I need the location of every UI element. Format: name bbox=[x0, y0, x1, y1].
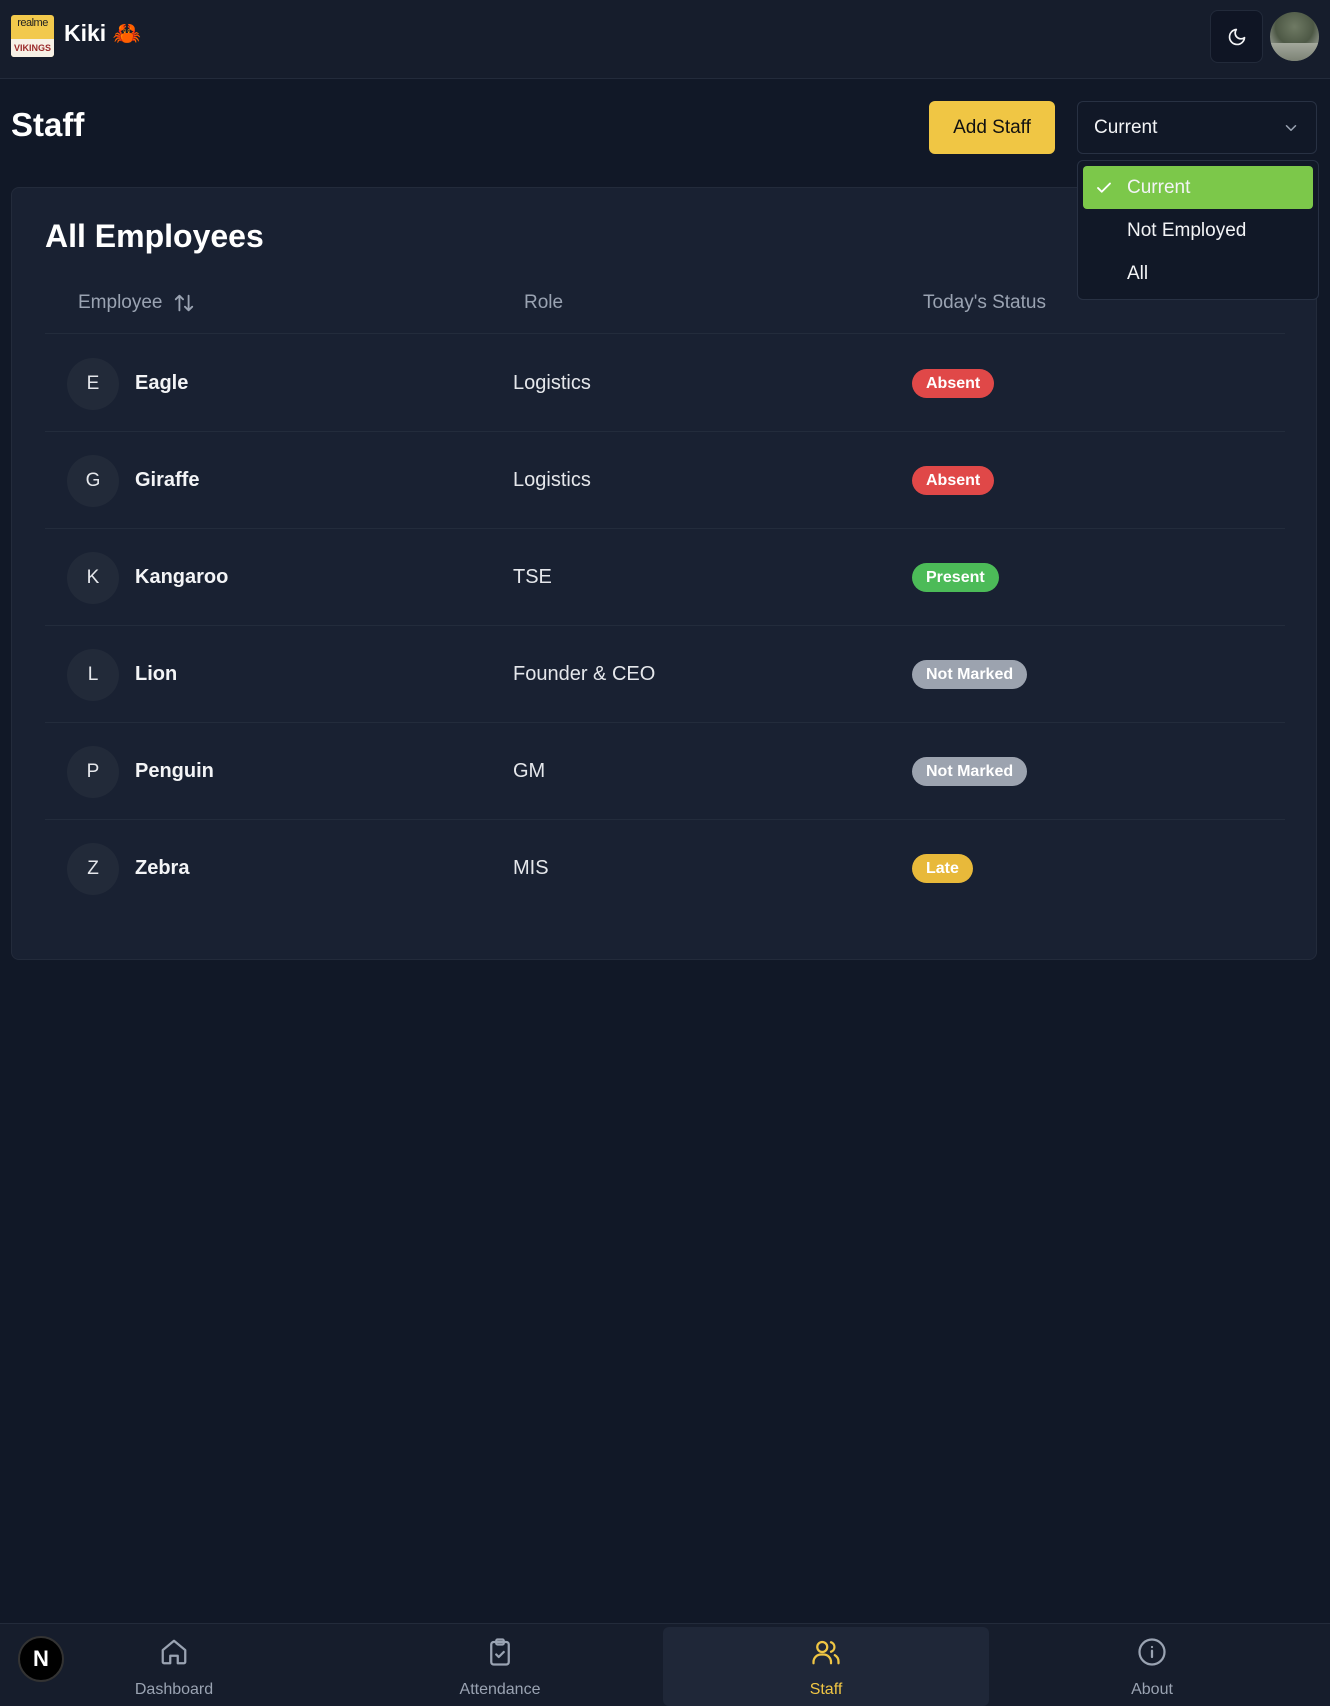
employee-initial-avatar: K bbox=[67, 552, 119, 604]
table-row[interactable]: L Lion Founder & CEO Not Marked bbox=[45, 626, 1285, 723]
check-icon bbox=[1097, 182, 1111, 193]
nav-label: Staff bbox=[809, 1681, 843, 1698]
employee-role: TSE bbox=[513, 566, 552, 588]
filter-dropdown-menu: Current Not Employed All bbox=[1077, 160, 1319, 300]
table-row[interactable]: Z Zebra MIS Late bbox=[45, 820, 1285, 917]
employee-header-label: Employee bbox=[78, 292, 163, 313]
filter-option-not-employed[interactable]: Not Employed bbox=[1083, 209, 1313, 252]
clipboard-check-icon bbox=[490, 1638, 510, 1666]
employee-role: MIS bbox=[513, 857, 549, 879]
filter-option-all[interactable]: All bbox=[1083, 252, 1313, 295]
filter-option-current[interactable]: Current bbox=[1083, 166, 1313, 209]
users-icon bbox=[812, 1640, 840, 1665]
employee-name: Lion bbox=[135, 663, 178, 685]
status-badge: Late bbox=[912, 854, 973, 883]
theme-toggle-button[interactable] bbox=[1210, 10, 1263, 63]
table-row[interactable]: P Penguin GM Not Marked bbox=[45, 723, 1285, 820]
employee-initial-avatar: P bbox=[67, 746, 119, 798]
employees-card: All Employees Employee Role Today's Stat… bbox=[11, 187, 1317, 960]
nav-item-attendance[interactable]: Attendance bbox=[337, 1627, 663, 1706]
status-badge: Absent bbox=[912, 466, 995, 495]
table-row[interactable]: E Eagle Logistics Absent bbox=[45, 335, 1285, 432]
chevron-down-icon bbox=[1285, 125, 1297, 131]
card-title: All Employees bbox=[45, 218, 264, 254]
table-row[interactable]: K Kangaroo TSE Present bbox=[45, 529, 1285, 626]
app-title[interactable]: Kiki 🦀 bbox=[64, 20, 141, 47]
employee-name: Penguin bbox=[135, 760, 214, 782]
employee-role: Logistics bbox=[513, 372, 591, 394]
nav-item-about[interactable]: About bbox=[989, 1627, 1315, 1706]
user-avatar[interactable] bbox=[1270, 12, 1319, 61]
status-badge: Absent bbox=[912, 369, 995, 398]
status-badge: Not Marked bbox=[912, 660, 1028, 689]
page-title: Staff bbox=[11, 106, 85, 143]
employee-role: Logistics bbox=[513, 469, 591, 491]
nav-label: Dashboard bbox=[134, 1681, 214, 1698]
employee-initial-avatar: G bbox=[67, 455, 119, 507]
employment-filter-select[interactable]: Current bbox=[1077, 101, 1317, 154]
employee-name: Giraffe bbox=[135, 469, 200, 491]
employee-initial-avatar: E bbox=[67, 358, 119, 410]
employee-initial-avatar: L bbox=[67, 649, 119, 701]
employee-name: Zebra bbox=[135, 857, 190, 879]
status-badge: Not Marked bbox=[912, 757, 1028, 786]
add-staff-button[interactable]: Add Staff bbox=[929, 101, 1055, 154]
home-icon bbox=[161, 1639, 187, 1665]
filter-option-label: Current bbox=[1127, 177, 1191, 198]
employee-name: Eagle bbox=[135, 372, 189, 394]
status-column-header: Today's Status bbox=[923, 292, 1046, 313]
bottom-nav-bar: N Dashboard Attendance Staff About bbox=[0, 1623, 1330, 1706]
role-column-header: Role bbox=[524, 292, 564, 313]
sort-arrows-icon bbox=[174, 294, 193, 312]
employee-initial-avatar: Z bbox=[67, 843, 119, 895]
filter-selected-value: Current bbox=[1094, 117, 1158, 138]
status-badge: Present bbox=[912, 563, 999, 592]
nav-label: Attendance bbox=[459, 1681, 541, 1698]
top-bar: realme VIKINGS Kiki 🦀 bbox=[0, 0, 1330, 79]
app-logo[interactable]: realme VIKINGS bbox=[11, 15, 54, 57]
nav-item-dashboard[interactable]: Dashboard bbox=[11, 1627, 337, 1706]
info-icon bbox=[1138, 1638, 1166, 1666]
logo-top-text: realme bbox=[17, 17, 48, 29]
logo-bottom-text: VIKINGS bbox=[11, 39, 54, 57]
moon-icon bbox=[1228, 28, 1245, 45]
nav-label: About bbox=[1131, 1681, 1173, 1698]
filter-option-label: Not Employed bbox=[1127, 220, 1247, 241]
employee-role: GM bbox=[513, 760, 546, 782]
employee-name: Kangaroo bbox=[135, 566, 229, 588]
nav-item-staff[interactable]: Staff bbox=[663, 1627, 989, 1706]
table-row[interactable]: G Giraffe Logistics Absent bbox=[45, 432, 1285, 529]
filter-option-label: All bbox=[1127, 263, 1149, 284]
employee-role: Founder & CEO bbox=[513, 663, 656, 685]
employee-column-header[interactable]: Employee bbox=[78, 292, 195, 314]
